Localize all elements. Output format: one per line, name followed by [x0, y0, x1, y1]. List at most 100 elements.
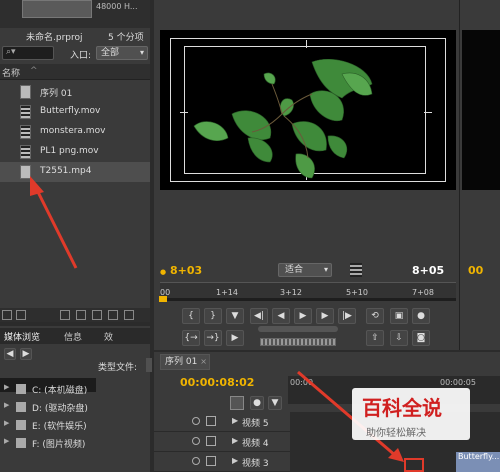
drive-label: C: (本机磁盘) — [32, 386, 88, 396]
playhead[interactable] — [159, 296, 167, 302]
mark-out-icon[interactable]: } — [204, 308, 222, 324]
lock-icon[interactable] — [206, 436, 216, 446]
lock-icon[interactable] — [206, 456, 216, 466]
sequence-icon — [20, 85, 31, 99]
expand-arrow-icon[interactable]: ▶ — [232, 436, 238, 445]
jog-wheel[interactable] — [260, 338, 336, 346]
expand-arrow-icon[interactable]: ▶ — [4, 419, 9, 427]
loop-icon[interactable]: ⟲ — [366, 308, 384, 324]
item-count: 5 个分项 — [108, 33, 144, 43]
preview-thumbnail — [22, 0, 92, 18]
project-item-monstera[interactable]: monstera.mov — [0, 122, 150, 142]
go-to-out-icon[interactable]: →} — [204, 330, 222, 346]
new-bin-icon[interactable] — [92, 310, 102, 320]
film-icon[interactable] — [350, 263, 362, 277]
drive-item-e[interactable]: ▶ E: (软件娱乐) — [0, 416, 150, 434]
chevron-down-icon: ▾ — [139, 48, 144, 57]
play-icon[interactable]: ▶ — [294, 308, 312, 324]
step-forward-icon[interactable]: |▶ — [338, 308, 356, 324]
extract-icon[interactable]: ⇩ — [390, 330, 408, 346]
project-item-butterfly[interactable]: Butterfly.mov — [0, 102, 150, 122]
project-item-label: monstera.mov — [40, 126, 106, 136]
forward-icon[interactable]: ▶ — [20, 348, 32, 360]
right-timecode: 00 — [468, 264, 484, 277]
expand-arrow-icon[interactable]: ▶ — [4, 383, 9, 391]
project-item-pl1[interactable]: PL1 png.mov — [0, 142, 150, 162]
safe-margin-tick — [306, 40, 307, 48]
audio-video-icon — [20, 165, 31, 179]
drive-item-c[interactable]: ▶ C: (本机磁盘) — [0, 380, 150, 398]
preview-info: 48000 H... — [96, 2, 138, 11]
film-icon — [20, 145, 31, 159]
ruler-label: 7+08 — [412, 288, 434, 297]
track-label: 视频 5 — [242, 419, 269, 429]
entry-dropdown[interactable]: 全部 ▾ — [96, 46, 148, 60]
watermark-logo: 百科全说 助你轻松解决 — [352, 388, 470, 440]
drive-icon — [16, 438, 26, 448]
new-item-icon[interactable] — [108, 310, 118, 320]
timeline-marker-icon[interactable]: ▼ — [268, 396, 282, 410]
automate-icon[interactable] — [60, 310, 70, 320]
drive-icon — [16, 384, 26, 394]
sort-arrow-icon: ^ — [30, 66, 38, 76]
play-in-to-out-icon[interactable]: ▶ — [226, 330, 244, 346]
file-type-label: 类型文件: — [98, 363, 138, 373]
timeline-timecode[interactable]: 00:00:08:02 — [180, 376, 254, 389]
track-label: 视频 4 — [242, 439, 269, 449]
export-frame-icon[interactable]: ◙ — [412, 330, 430, 346]
eye-icon[interactable] — [192, 437, 200, 445]
playback-bar[interactable] — [160, 298, 456, 301]
eye-icon[interactable] — [192, 457, 200, 465]
search-input[interactable]: ⌕▾ — [2, 46, 54, 60]
close-icon[interactable]: × — [200, 357, 207, 366]
project-item-label: T2551.mp4 — [40, 166, 92, 176]
expand-arrow-icon[interactable]: ▶ — [232, 416, 238, 425]
timecode-marker-icon: ● — [160, 268, 167, 276]
track-video-3[interactable]: ▶ 视频 3 — [154, 452, 500, 472]
drive-item-d[interactable]: ▶ D: (驱动杂盘) — [0, 398, 150, 416]
drive-label: D: (驱动杂盘) — [32, 404, 88, 414]
back-icon[interactable]: ◀ — [4, 348, 16, 360]
trash-icon[interactable] — [124, 310, 134, 320]
tab-media-browser[interactable]: 媒体浏览 — [4, 330, 40, 343]
drive-icon — [16, 402, 26, 412]
go-to-in-icon[interactable]: {→ — [182, 330, 200, 346]
next-frame-icon[interactable]: ▶ — [316, 308, 334, 324]
safe-margin-tick — [424, 112, 432, 113]
drive-item-f[interactable]: ▶ F: (图片视频) — [0, 434, 150, 452]
column-header-name[interactable]: 名称 ^ — [0, 64, 150, 80]
expand-arrow-icon[interactable]: ▶ — [232, 456, 238, 465]
find-icon[interactable] — [76, 310, 86, 320]
snap-icon[interactable] — [230, 396, 244, 410]
project-name: 未命名.prproj — [26, 33, 83, 43]
tab-sequence-01[interactable]: 序列 01 × — [160, 354, 210, 370]
step-back-icon[interactable]: ◀| — [250, 308, 268, 324]
list-view-icon[interactable] — [2, 310, 12, 320]
shuttle-slider[interactable] — [258, 326, 338, 332]
safe-margin-tick — [180, 112, 188, 113]
zoom-fit-dropdown[interactable]: 适合 ▾ — [278, 263, 332, 277]
lift-icon[interactable]: ⇧ — [366, 330, 384, 346]
project-item-label: 序列 01 — [40, 89, 73, 99]
output-icon[interactable]: ● — [412, 308, 430, 324]
tab-info[interactable]: 信息 — [64, 330, 82, 343]
marker-icon[interactable]: ▼ — [226, 308, 244, 324]
ruler-timecode: 00:00:05 — [440, 378, 476, 387]
project-item-sequence[interactable]: 序列 01 — [0, 82, 150, 102]
expand-arrow-icon[interactable]: ▶ — [4, 401, 9, 409]
eye-icon[interactable] — [192, 417, 200, 425]
lock-icon[interactable] — [206, 416, 216, 426]
previous-frame-icon[interactable]: ◀ — [272, 308, 290, 324]
mark-in-icon[interactable]: { — [182, 308, 200, 324]
drive-label: E: (软件娱乐) — [32, 422, 87, 432]
file-type-dropdown[interactable] — [146, 358, 152, 372]
timeline-clip[interactable]: Butterfly... — [456, 452, 500, 472]
current-timecode[interactable]: ● 8+03 — [160, 264, 202, 277]
project-item-t2551[interactable]: T2551.mp4 — [0, 162, 150, 182]
icon-view-icon[interactable] — [16, 310, 26, 320]
expand-arrow-icon[interactable]: ▶ — [4, 437, 9, 445]
tab-effects[interactable]: 效 — [104, 330, 113, 343]
add-marker-icon[interactable]: ● — [250, 396, 264, 410]
safe-margins-icon[interactable]: ▣ — [390, 308, 408, 324]
project-item-label: PL1 png.mov — [40, 146, 99, 156]
